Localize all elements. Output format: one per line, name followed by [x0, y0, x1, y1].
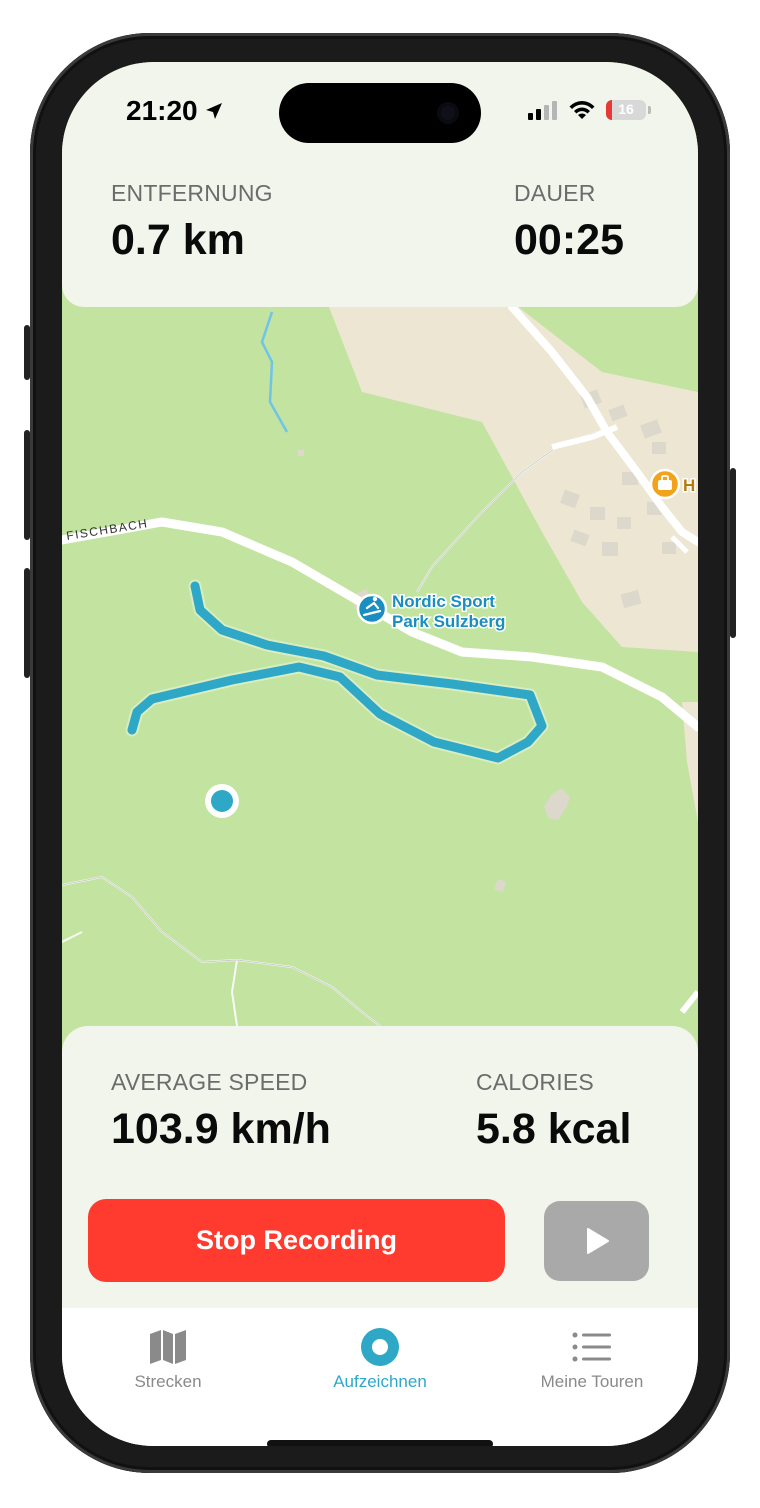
poi-shop-label: H [683, 476, 695, 495]
stop-recording-button[interactable]: Stop Recording [88, 1199, 505, 1282]
tab-meine-touren[interactable]: Meine Touren [486, 1308, 698, 1398]
volume-down-button [24, 568, 30, 678]
average-speed-value: 103.9 km/h [111, 1105, 331, 1153]
signal-icon [528, 101, 557, 120]
stop-recording-label: Stop Recording [196, 1225, 397, 1255]
duration-label: DAUER [514, 180, 596, 206]
map-icon [150, 1330, 186, 1364]
average-speed-label: AVERAGE SPEED [111, 1069, 308, 1095]
power-button [730, 468, 736, 638]
tab-strecken[interactable]: Strecken [62, 1308, 274, 1398]
list-icon [572, 1332, 611, 1362]
play-icon [586, 1228, 609, 1254]
poi-name-line2: Park Sulzberg [392, 612, 505, 631]
tab-meine-touren-label: Meine Touren [540, 1372, 644, 1391]
poi-name-line1: Nordic Sport [392, 592, 495, 611]
tab-aufzeichnen-label: Aufzeichnen [333, 1372, 427, 1391]
status-time: 21:20 [126, 95, 224, 127]
tab-aufzeichnen[interactable]: Aufzeichnen [274, 1308, 486, 1398]
tab-strecken-label: Strecken [134, 1372, 202, 1391]
action-button [24, 325, 30, 380]
battery-level: 16 [618, 101, 634, 117]
clock: 21:20 [126, 95, 198, 126]
calories-label: CALORIES [476, 1069, 594, 1095]
play-button[interactable] [544, 1201, 649, 1281]
volume-up-button [24, 430, 30, 540]
wifi-icon [569, 101, 595, 119]
screen: FISCHBACH Nordic Sport Park Sulzberg H 2… [62, 62, 698, 1446]
record-icon [361, 1328, 399, 1366]
home-indicator[interactable] [267, 1440, 493, 1446]
distance-value: 0.7 km [111, 216, 245, 264]
dynamic-island [279, 83, 481, 143]
tab-bar: Strecken Aufzeichnen Meine Touren [62, 1308, 698, 1446]
duration-value: 00:25 [514, 216, 624, 264]
location-arrow-icon [205, 103, 222, 119]
distance-label: ENTFERNUNG [111, 180, 273, 206]
battery-icon: 16 [606, 100, 651, 120]
bottom-stats-panel: AVERAGE SPEED 103.9 km/h CALORIES 5.8 kc… [62, 1026, 698, 1446]
calories-value: 5.8 kcal [476, 1105, 632, 1153]
